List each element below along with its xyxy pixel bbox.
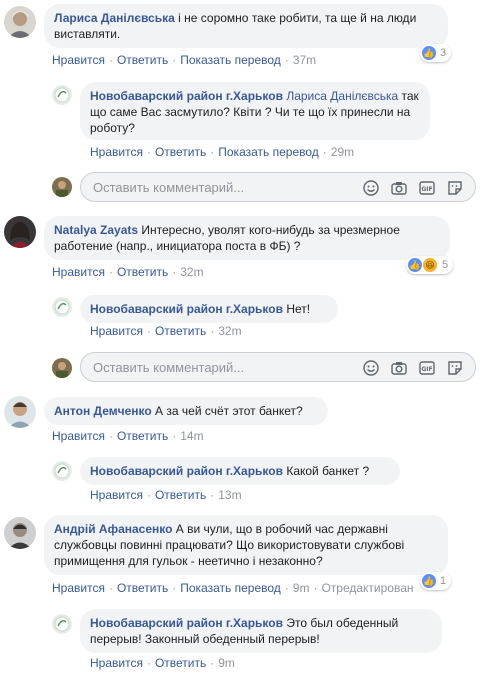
emoji-icon[interactable] [363,360,379,376]
reply-bubble: Новобаварский район г.Харьков Нет! [80,295,338,323]
like-link[interactable]: Нравится [52,265,105,279]
my-avatar [52,358,72,378]
timestamp[interactable]: 32m [180,265,203,279]
reply-text: Какой банкет ? [286,464,370,478]
reaction-count[interactable]: 👍 3 [420,44,452,62]
comment-input-box[interactable]: GIF [80,172,476,202]
reply-actions: Нравится · Ответить · 32m [90,324,242,338]
page-avatar[interactable] [52,85,72,105]
avatar[interactable] [4,517,36,549]
reply-author[interactable]: Новобаварский район г.Харьков [90,302,283,316]
translate-link[interactable]: Показать перевод [218,145,319,159]
reply-actions: Нравится · Ответить · 13m [90,488,242,502]
comment-author[interactable]: Андрій Афанасенко [54,522,172,536]
reply-link[interactable]: Ответить [155,656,206,670]
haha-icon: 😆 [422,257,438,273]
comment-actions: Нравится · Ответить · 32m [52,265,204,279]
page-avatar[interactable] [52,297,72,317]
comment-author[interactable]: Антон Демченко [54,404,152,418]
reply-link[interactable]: Ответить [155,324,206,338]
svg-text:GIF: GIF [421,366,432,373]
comment-actions: Нравится · Ответить · Показать перевод · 37m [52,53,317,67]
like-link[interactable]: Нравится [90,145,143,159]
reply-bubble: Новобаварский район г.Харьков Лариса Дан… [80,82,430,140]
reply-bubble: Новобаварский район г.Харьков Какой банк… [80,457,400,485]
gif-icon[interactable]: GIF [419,180,435,196]
reaction-count[interactable]: 👍 1 [420,572,452,590]
comment-bubble: Natalya Zayats Интересно, уволят кого-ни… [44,216,450,260]
like-link[interactable]: Нравится [90,488,143,502]
like-icon: 👍 [408,258,422,272]
reply-bubble: Новобаварский район г.Харьков Это был об… [80,609,442,653]
like-link[interactable]: Нравится [52,53,105,67]
sticker-icon[interactable] [447,360,463,376]
like-link[interactable]: Нравится [90,656,143,670]
reply-link[interactable]: Ответить [155,488,206,502]
timestamp[interactable]: 32m [218,324,241,338]
camera-icon[interactable] [391,180,407,196]
like-link[interactable]: Нравится [52,581,105,595]
gif-icon[interactable]: GIF [419,360,435,376]
reaction-count[interactable]: 👍 😆 5 [406,256,454,274]
comment-text: А за чей счёт этот банкет? [155,404,303,418]
reply-author[interactable]: Новобаварский район г.Харьков [90,616,283,630]
avatar[interactable] [4,6,36,38]
emoji-icon[interactable] [363,180,379,196]
timestamp[interactable]: 13m [218,488,241,502]
sticker-icon[interactable] [447,180,463,196]
timestamp[interactable]: 29m [331,145,354,159]
my-avatar [52,177,72,197]
edited-label[interactable]: Отредактирован [321,581,413,595]
reply-link[interactable]: Ответить [117,581,168,595]
comment-input[interactable] [91,359,355,376]
translate-link[interactable]: Показать перевод [180,53,281,67]
comment-actions: Нравится · Ответить · Показать перевод · 9m · От… [52,581,414,595]
like-icon: 👍 [422,574,436,588]
comment-bubble: Лариса Данілєвська і не соромно таке роб… [44,4,448,48]
like-link[interactable]: Нравится [52,429,105,443]
comment-actions: Нравится · Ответить · 14m [52,429,204,443]
timestamp[interactable]: 9m [218,656,235,670]
avatar[interactable] [4,216,36,248]
comment-bubble: Антон Демченко А за чей счёт этот банкет… [44,397,328,425]
camera-icon[interactable] [391,360,407,376]
comment-bubble: Андрій Афанасенко А ви чули, що в робочи… [44,515,448,575]
comment-input-box[interactable]: GIF [80,352,476,382]
reply-author[interactable]: Новобаварский район г.Харьков [90,464,283,478]
comment-author[interactable]: Natalya Zayats [54,223,138,237]
avatar[interactable] [4,396,36,428]
like-icon: 👍 [422,46,436,60]
reply-link[interactable]: Ответить [117,265,168,279]
reply-actions: Нравится · Ответить · 9m [90,656,235,670]
like-link[interactable]: Нравится [90,324,143,338]
reply-link[interactable]: Ответить [117,53,168,67]
reply-link[interactable]: Ответить [117,429,168,443]
timestamp[interactable]: 9m [293,581,310,595]
timestamp[interactable]: 14m [180,429,203,443]
translate-link[interactable]: Показать перевод [180,581,281,595]
reply-link[interactable]: Ответить [155,145,206,159]
reply-mention[interactable]: Лариса Данілєвська [286,89,398,103]
page-avatar[interactable] [52,461,72,481]
timestamp[interactable]: 37m [293,53,316,67]
page-avatar[interactable] [52,614,72,634]
comment-input[interactable] [91,179,355,196]
reply-author[interactable]: Новобаварский район г.Харьков [90,89,283,103]
comment-author[interactable]: Лариса Данілєвська [54,11,175,25]
reply-actions: Нравится · Ответить · Показать перевод · 29m [90,145,355,159]
reply-text: Нет! [286,302,311,316]
svg-text:GIF: GIF [421,186,432,193]
